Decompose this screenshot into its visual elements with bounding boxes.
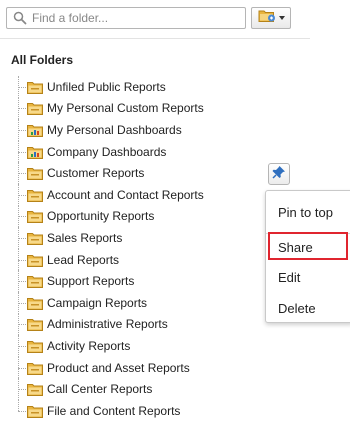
dashboard-folder-icon (27, 145, 43, 159)
folder-item[interactable]: Sales Reports (18, 227, 258, 249)
folder-item-label: My Personal Custom Reports (47, 101, 204, 116)
folder-item[interactable]: Support Reports (18, 270, 258, 292)
folder-item-label: Opportunity Reports (47, 209, 155, 224)
folder-item[interactable]: Opportunity Reports (18, 205, 258, 228)
folder-item[interactable]: Account and Contact Reports (18, 183, 258, 206)
folder-item-label: Support Reports (47, 274, 135, 289)
folder-item-label: Campaign Reports (47, 295, 148, 310)
pushpin-icon (272, 165, 286, 184)
folder-icon (27, 166, 43, 181)
folder-item-label: Activity Reports (47, 338, 131, 353)
folder-item-label: Lead Reports (47, 252, 120, 267)
folder-icon (27, 317, 43, 332)
pin-menu-button[interactable] (268, 163, 290, 185)
folder-item-label: Call Center Reports (47, 382, 153, 397)
folder-item-label: Product and Asset Reports (47, 360, 190, 375)
folder-icon (27, 188, 43, 202)
folder-icon (27, 231, 43, 245)
folder-item[interactable]: Unfiled Public Reports (18, 76, 258, 98)
folder-icon (27, 274, 43, 289)
folder-icon (27, 382, 43, 397)
folder-item-label: Customer Reports (47, 166, 145, 181)
chevron-down-icon (278, 16, 285, 20)
folder-icon (27, 361, 43, 375)
folder-item[interactable]: Customer Reports (18, 162, 258, 184)
folder-item[interactable]: Call Center Reports (18, 378, 258, 400)
search-icon (13, 11, 27, 25)
search-input[interactable] (32, 11, 242, 25)
folder-item[interactable]: File and Content Reports (18, 399, 258, 421)
folder-icon (27, 80, 43, 94)
folder-icon (27, 296, 43, 310)
folder-item-label: Company Dashboards (47, 144, 167, 159)
folder-add-icon (258, 8, 276, 28)
folder-item-label: My Personal Dashboards (47, 122, 182, 137)
share-highlight-box (268, 232, 348, 260)
folder-item-label: Unfiled Public Reports (47, 79, 166, 94)
dashboard-folder-icon (27, 123, 43, 137)
all-folders-heading: All Folders (11, 53, 74, 67)
menu-item-pin-to-top[interactable]: Pin to top (266, 199, 350, 225)
folder-icon (27, 209, 43, 224)
folder-item[interactable]: Company Dashboards (18, 140, 258, 163)
folder-item-label: Sales Reports (47, 230, 123, 245)
folder-search-box[interactable] (6, 7, 246, 29)
menu-item-delete[interactable]: Delete (266, 295, 350, 321)
folder-icon (27, 253, 43, 267)
folder-item[interactable]: Campaign Reports (18, 291, 258, 314)
folder-item[interactable]: Activity Reports (18, 335, 258, 357)
folder-icon (27, 404, 43, 418)
folder-item[interactable]: My Personal Dashboards (18, 119, 258, 141)
folder-icon (27, 339, 43, 353)
new-folder-button[interactable] (251, 7, 291, 29)
folder-item-label: Administrative Reports (47, 317, 168, 332)
folder-item[interactable]: Product and Asset Reports (18, 356, 258, 379)
header-divider (0, 38, 310, 39)
menu-item-edit[interactable]: Edit (266, 264, 350, 290)
folder-item-label: Account and Contact Reports (47, 187, 204, 202)
folder-item[interactable]: Lead Reports (18, 248, 258, 271)
folder-item[interactable]: Administrative Reports (18, 313, 258, 336)
folder-icon (27, 101, 43, 116)
folder-item[interactable]: My Personal Custom Reports (18, 97, 258, 120)
folder-tree: Unfiled Public Reports My Personal Custom… (18, 76, 258, 421)
folder-item-label: File and Content Reports (47, 403, 181, 418)
